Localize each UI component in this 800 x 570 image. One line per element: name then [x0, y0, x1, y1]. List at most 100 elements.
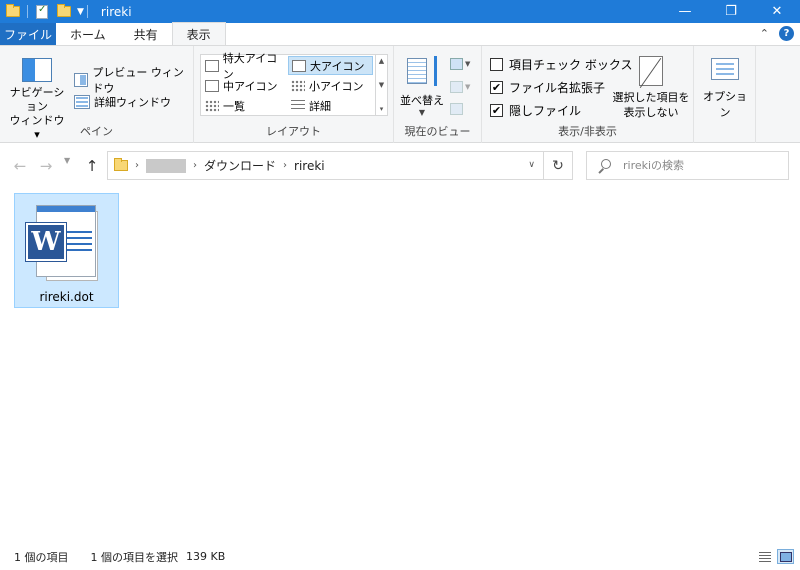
back-arrow-icon[interactable]: ←: [10, 156, 30, 176]
file-extensions-checkbox[interactable]: ✔: [490, 81, 503, 94]
navigation-pane-icon: [22, 58, 52, 82]
chevron-right-icon[interactable]: ›: [193, 160, 197, 171]
forward-arrow-icon[interactable]: →: [36, 156, 56, 176]
sort-by-button[interactable]: 並べ替え ▼: [400, 56, 444, 117]
maximize-button[interactable]: ❐: [708, 0, 754, 23]
hide-selected-icon: [639, 56, 663, 86]
medium-icons-icon: [205, 79, 219, 92]
details-view-icon: [758, 551, 771, 562]
status-item-count: 1 個の項目: [14, 550, 69, 564]
minimize-ribbon-icon[interactable]: ⌃: [760, 27, 769, 40]
file-extensions-toggle[interactable]: ✔ ファイル名拡張子: [490, 79, 605, 96]
hide-selected-label: 選択した項目を 表示しない: [612, 91, 690, 119]
details-pane-icon: [74, 95, 90, 109]
file-name: rireki.dot: [39, 290, 94, 304]
file-list[interactable]: W rireki.dot: [0, 183, 800, 543]
tab-home[interactable]: ホーム: [56, 23, 120, 45]
folder-icon: [114, 158, 128, 171]
chevron-down-icon[interactable]: ∨: [528, 160, 535, 170]
list-icon: [205, 99, 219, 112]
breadcrumb-user[interactable]: [146, 158, 186, 173]
address-bar[interactable]: › › ダウンロード › rireki ∨: [107, 151, 544, 180]
tab-share[interactable]: 共有: [120, 23, 172, 45]
group-by-button[interactable]: ▼: [450, 56, 472, 72]
layout-label: 詳細: [309, 99, 331, 113]
hide-selected-button[interactable]: 選択した項目を 表示しない: [610, 56, 692, 120]
layout-list[interactable]: 一覧: [202, 96, 287, 115]
help-icon[interactable]: ?: [779, 26, 794, 41]
word-document-icon: W: [24, 201, 100, 283]
properties-icon[interactable]: [34, 4, 50, 20]
new-folder-icon[interactable]: [56, 4, 72, 20]
group-label: 表示/非表示: [558, 125, 617, 138]
up-arrow-icon[interactable]: ↑: [82, 156, 102, 176]
search-box[interactable]: [586, 151, 789, 180]
chevron-up-icon[interactable]: ▲: [379, 57, 384, 65]
group-by-icon: [450, 58, 463, 70]
layout-medium-icons[interactable]: 中アイコン: [202, 76, 287, 95]
search-input[interactable]: [623, 159, 783, 172]
layout-label: 小アイコン: [309, 79, 364, 93]
tab-view[interactable]: 表示: [171, 22, 226, 45]
size-columns-icon: [450, 103, 463, 115]
small-icons-icon: [291, 79, 305, 92]
preview-pane-icon: [74, 73, 89, 87]
layout-details[interactable]: 詳細: [288, 96, 373, 115]
chevron-down-icon: ▼: [465, 60, 471, 68]
breadcrumb-rireki[interactable]: rireki: [294, 159, 325, 173]
file-item[interactable]: W rireki.dot: [14, 193, 119, 308]
preview-pane-label: プレビュー ウィンドウ: [92, 66, 184, 95]
layout-small-icons[interactable]: 小アイコン: [288, 76, 373, 95]
refresh-icon: ↻: [552, 157, 564, 174]
chevron-right-icon[interactable]: ›: [283, 160, 287, 171]
group-current-view: 並べ替え ▼ ▼ ▼ 現在のビュー: [394, 46, 482, 143]
group-pane: ナビゲーション ウィンドウ ▾ プレビュー ウィンドウ 詳細ウィンドウ ペイン: [0, 46, 194, 143]
refresh-button[interactable]: ↻: [544, 151, 573, 180]
details-pane-button[interactable]: 詳細ウィンドウ: [74, 94, 171, 110]
details-icon: [291, 99, 305, 112]
group-options: オプション: [694, 46, 756, 143]
extra-large-icons-icon: [205, 59, 219, 72]
layout-label: 一覧: [223, 99, 245, 113]
add-columns-button[interactable]: ▼: [450, 79, 472, 95]
hidden-items-label: 隠しファイル: [509, 104, 582, 118]
chevron-down-icon[interactable]: ▼: [77, 7, 84, 17]
preview-pane-button[interactable]: プレビュー ウィンドウ: [74, 64, 193, 96]
size-columns-button[interactable]: [450, 101, 472, 117]
group-label: レイアウト: [266, 125, 321, 138]
hidden-items-checkbox[interactable]: ✔: [490, 104, 503, 117]
status-bar: 1 個の項目 1 個の項目を選択 139 KB: [0, 543, 800, 570]
tab-file[interactable]: ファイル: [0, 23, 56, 45]
more-icon[interactable]: ▾: [380, 105, 384, 113]
file-extensions-label: ファイル名拡張子: [509, 81, 606, 95]
sort-icon: [405, 56, 439, 88]
group-show-hide: 項目チェック ボックス ✔ ファイル名拡張子 ✔ 隠しファイル 選択した項目を …: [482, 46, 694, 143]
add-columns-icon: [450, 81, 463, 93]
ribbon: ナビゲーション ウィンドウ ▾ プレビュー ウィンドウ 詳細ウィンドウ ペイン …: [0, 45, 800, 143]
layout-gallery: 特大アイコン 大アイコン 中アイコン 小アイコン 一覧 詳細 ▲ ▼ ▾: [200, 52, 388, 116]
hidden-items-toggle[interactable]: ✔ 隠しファイル: [490, 102, 581, 119]
details-pane-label: 詳細ウィンドウ: [94, 96, 171, 109]
large-icons-icon: [292, 59, 306, 72]
details-view-button[interactable]: [756, 549, 773, 564]
layout-large-icons[interactable]: 大アイコン: [288, 56, 373, 75]
minimize-button[interactable]: —: [662, 0, 708, 23]
layout-label: 大アイコン: [310, 59, 365, 73]
chevron-down-icon[interactable]: ▼: [379, 81, 384, 89]
options-button[interactable]: オプション: [702, 58, 748, 120]
window-title: rireki: [100, 4, 132, 19]
recent-locations-chevron-icon[interactable]: ▼: [64, 156, 70, 165]
item-checkboxes-checkbox[interactable]: [490, 58, 503, 71]
group-label: ペイン: [80, 125, 113, 138]
layout-gallery-scroll[interactable]: ▲ ▼ ▾: [375, 55, 387, 115]
layout-extra-large-icons[interactable]: 特大アイコン: [202, 52, 287, 81]
status-selected: 1 個の項目を選択: [90, 550, 179, 564]
large-icons-view-icon: [779, 551, 792, 562]
options-label: オプション: [703, 90, 747, 119]
breadcrumb-downloads[interactable]: ダウンロード: [204, 157, 276, 174]
close-button[interactable]: ✕: [754, 0, 800, 23]
large-icons-view-button[interactable]: [777, 549, 794, 564]
chevron-right-icon[interactable]: ›: [135, 160, 139, 171]
divider: [27, 5, 28, 18]
group-label: 現在のビュー: [404, 125, 471, 138]
